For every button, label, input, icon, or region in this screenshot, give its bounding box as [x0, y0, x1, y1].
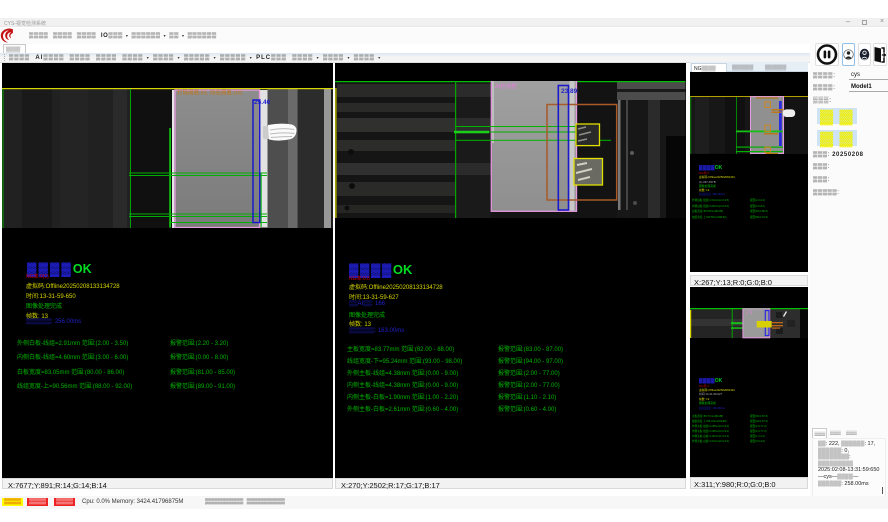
svg-text:AI检测框: AI检测框 [495, 82, 517, 90]
svg-text:2.9: 2.9 [746, 310, 753, 315]
svg-text:23.89: 23.89 [561, 88, 578, 95]
svg-text:25.46: 25.46 [254, 99, 271, 106]
svg-text:灯珠阈值:93, 动态阈值:100: 灯珠阈值:93, 动态阈值:100 [177, 89, 242, 97]
